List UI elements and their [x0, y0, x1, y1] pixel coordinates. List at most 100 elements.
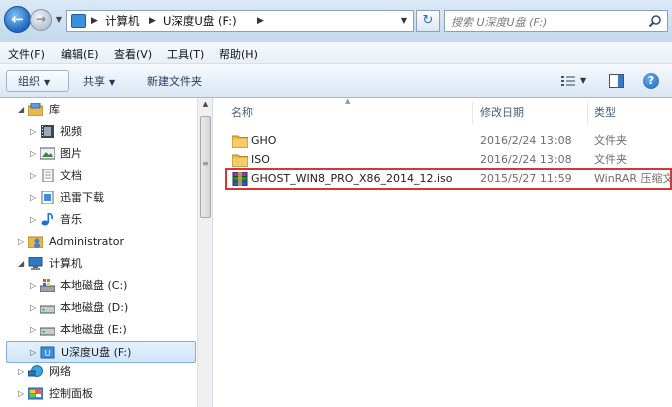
forward-arrow-icon: →	[35, 12, 47, 26]
nav-item-network[interactable]: ▷ 网络	[0, 362, 195, 382]
command-bar: 组织 ▼ 共享 ▼ 新建文件夹 ▼ ?	[0, 64, 672, 98]
preview-pane-icon[interactable]	[609, 74, 624, 88]
scroll-up-arrow-icon[interactable]: ▲	[198, 100, 213, 112]
nav-label: 文档	[60, 169, 82, 182]
expand-arrow-icon[interactable]: ▷	[30, 210, 39, 230]
nav-label: 本地磁盘 (E:)	[60, 323, 127, 336]
nav-item-drive-c[interactable]: ▷ 本地磁盘 (C:)	[0, 276, 195, 296]
control-panel-icon	[28, 387, 43, 400]
expand-arrow-icon[interactable]: ▷	[30, 276, 39, 296]
nav-label: 计算机	[49, 257, 82, 270]
nav-label: 本地磁盘 (C:)	[60, 279, 128, 292]
expand-arrow-icon[interactable]: ▷	[18, 232, 27, 252]
column-header-name[interactable]: 名称	[231, 102, 253, 124]
menu-edit[interactable]: 编辑(E)	[61, 46, 99, 62]
collapse-arrow-icon[interactable]: ◢	[18, 254, 27, 274]
nav-label: 视频	[60, 125, 82, 138]
column-divider[interactable]	[472, 102, 473, 124]
file-row-iso-folder[interactable]: ISO 2016/2/24 13:08 文件夹	[228, 150, 672, 170]
chevron-right-icon[interactable]: ▶	[257, 13, 264, 29]
nav-item-computer[interactable]: ◢ 计算机	[0, 254, 195, 274]
file-name: GHO	[251, 134, 277, 147]
chevron-right-icon[interactable]: ▶	[149, 13, 156, 29]
file-type: 文件夹	[594, 134, 627, 147]
dropdown-arrow-icon: ▼	[44, 78, 51, 87]
nav-label: 图片	[60, 147, 82, 160]
search-icon[interactable]	[648, 14, 662, 28]
file-row-ghost-iso[interactable]: GHOST_WIN8_PRO_X86_2014_12.iso 2015/5/27…	[225, 168, 672, 190]
nav-label: Administrator	[49, 235, 124, 248]
expand-arrow-icon[interactable]: ▷	[30, 298, 39, 318]
drive-icon	[40, 305, 55, 314]
recent-pages-dropdown[interactable]: ▼	[54, 11, 64, 29]
nav-item-pictures[interactable]: ▷ 图片	[0, 144, 195, 164]
expand-arrow-icon[interactable]: ▷	[30, 122, 39, 142]
share-button[interactable]: 共享 ▼	[83, 73, 115, 89]
nav-item-administrator[interactable]: ▷ Administrator	[0, 232, 195, 252]
folder-icon	[232, 135, 248, 148]
svg-text:U: U	[45, 349, 51, 358]
nav-item-library[interactable]: ◢ 库	[0, 100, 195, 120]
expand-arrow-icon[interactable]: ▷	[30, 144, 39, 164]
column-header-type[interactable]: 类型	[594, 102, 616, 124]
menu-view[interactable]: 查看(V)	[114, 46, 152, 62]
search-placeholder: 搜索 U深度U盘 (F:)	[451, 16, 548, 29]
file-type: WinRAR 压缩文	[594, 172, 672, 185]
chevron-right-icon[interactable]: ▶	[91, 13, 98, 29]
collapse-arrow-icon[interactable]: ◢	[18, 100, 27, 120]
view-dropdown-arrow-icon[interactable]: ▼	[580, 76, 586, 85]
nav-scrollbar[interactable]: ▲	[197, 98, 212, 407]
navigation-pane: ◢ 库 ▷ 视频 ▷ 图片 ▷ 文档 ▷ 迅雷下载 ▷ 音乐 ▷ Adminis…	[0, 98, 213, 407]
library-icon	[28, 103, 43, 116]
nav-item-video[interactable]: ▷ 视频	[0, 122, 195, 142]
forward-button[interactable]: →	[30, 9, 52, 31]
breadcrumb-usb-drive[interactable]: U深度U盘 (F:)	[163, 13, 237, 29]
menu-help[interactable]: 帮助(H)	[219, 46, 258, 62]
back-arrow-icon: ←	[11, 10, 24, 28]
menu-tools[interactable]: 工具(T)	[167, 46, 204, 62]
nav-label: 迅雷下载	[60, 191, 104, 204]
column-label: 名称	[231, 106, 253, 119]
file-row-gho[interactable]: GHO 2016/2/24 13:08 文件夹	[228, 131, 672, 151]
back-button[interactable]: ←	[4, 6, 31, 33]
address-row: ← → ▼ ▶ 计算机 ▶ U深度U盘 (F:) ▶ ▼ ↻ 搜索 U深度U盘 …	[0, 0, 672, 42]
nav-item-drive-d[interactable]: ▷ 本地磁盘 (D:)	[0, 298, 195, 318]
organize-button[interactable]: 组织 ▼	[18, 73, 50, 89]
expand-arrow-icon[interactable]: ▷	[18, 362, 27, 382]
expand-arrow-icon[interactable]: ▷	[30, 166, 39, 186]
breadcrumb-computer[interactable]: 计算机	[105, 13, 140, 29]
organize-label: 组织	[18, 75, 40, 88]
address-bar[interactable]: ▶ 计算机 ▶ U深度U盘 (F:) ▶ ▼	[66, 10, 414, 32]
refresh-button[interactable]: ↻	[416, 10, 440, 32]
nav-item-music[interactable]: ▷ 音乐	[0, 210, 195, 230]
drive-icon	[40, 327, 55, 336]
nav-item-usb-drive[interactable]: ▷ U U深度U盘 (F:)	[6, 341, 196, 363]
help-icon[interactable]: ?	[643, 73, 659, 89]
video-icon	[41, 125, 54, 138]
view-options-icon[interactable]	[561, 75, 575, 87]
winrar-archive-icon	[232, 172, 248, 186]
column-header-date[interactable]: 修改日期	[480, 102, 524, 124]
search-box[interactable]: 搜索 U深度U盘 (F:)	[444, 10, 668, 32]
nav-label: 音乐	[60, 213, 82, 226]
menu-file[interactable]: 文件(F)	[8, 46, 45, 62]
file-type: 文件夹	[594, 153, 627, 166]
menu-bar: 文件(F) 编辑(E) 查看(V) 工具(T) 帮助(H)	[0, 42, 672, 64]
network-icon	[28, 365, 43, 377]
expand-arrow-icon[interactable]: ▷	[30, 343, 39, 363]
new-folder-button[interactable]: 新建文件夹	[147, 73, 202, 89]
expand-arrow-icon[interactable]: ▷	[30, 188, 39, 208]
expand-arrow-icon[interactable]: ▷	[18, 384, 27, 404]
nav-label: 网络	[49, 365, 71, 378]
scrollbar-thumb[interactable]	[200, 116, 211, 218]
nav-item-downloads[interactable]: ▷ 迅雷下载	[0, 188, 195, 208]
address-history-dropdown[interactable]: ▼	[397, 13, 411, 29]
music-icon	[41, 213, 53, 226]
file-date: 2016/2/24 13:08	[480, 134, 572, 147]
expand-arrow-icon[interactable]: ▷	[30, 320, 39, 340]
file-name: GHOST_WIN8_PRO_X86_2014_12.iso	[251, 172, 453, 185]
nav-item-drive-e[interactable]: ▷ 本地磁盘 (E:)	[0, 320, 195, 340]
column-divider[interactable]	[587, 102, 588, 124]
nav-item-documents[interactable]: ▷ 文档	[0, 166, 195, 186]
nav-item-control-panel[interactable]: ▷ 控制面板	[0, 384, 195, 404]
